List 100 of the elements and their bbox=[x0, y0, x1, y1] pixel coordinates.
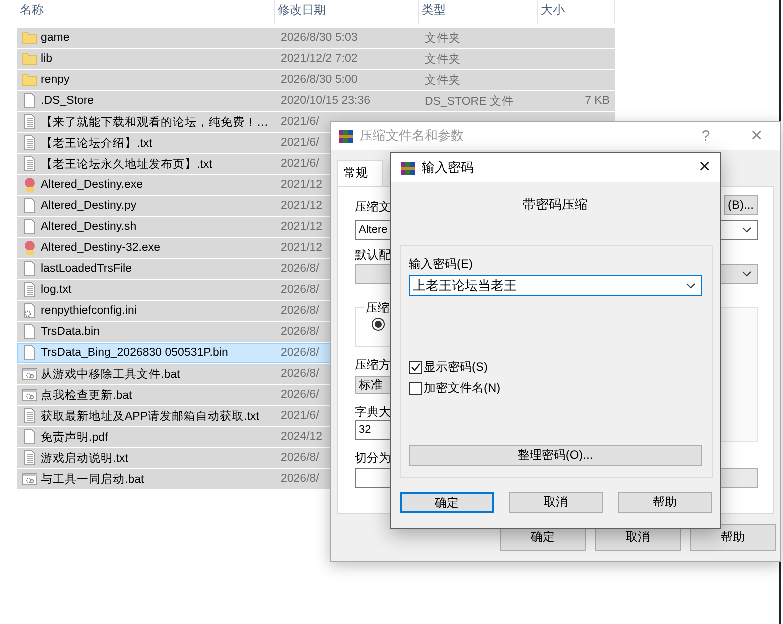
file-name: Altered_Destiny.sh bbox=[41, 221, 137, 233]
field-label: 输入密码(E) bbox=[409, 257, 473, 272]
column-header[interactable]: 类型 bbox=[419, 0, 538, 24]
file-name: 与工具一同启动.bat bbox=[41, 472, 144, 486]
modified-date: 2021/6/ bbox=[280, 158, 320, 170]
text-file-icon bbox=[22, 408, 38, 424]
field-label: 切分为 bbox=[355, 451, 391, 466]
file-name: 游戏启动说明.txt bbox=[41, 452, 128, 466]
file-name: TrsData.bin bbox=[41, 326, 100, 338]
file-name: .DS_Store bbox=[41, 95, 94, 107]
close-button[interactable]: × bbox=[734, 124, 780, 148]
file-type: DS_STORE 文件 bbox=[424, 94, 514, 108]
modified-date: 2026/8/30 5:00 bbox=[280, 74, 358, 86]
dialog-heading: 带密码压缩 bbox=[523, 196, 588, 212]
dialog-button[interactable]: 帮助 bbox=[618, 492, 712, 513]
file-name: Altered_Destiny.py bbox=[41, 200, 137, 212]
close-button[interactable]: × bbox=[690, 156, 720, 179]
file-icon bbox=[22, 93, 38, 109]
field-label: 压缩文 bbox=[355, 200, 391, 214]
password-field[interactable]: 上老王论坛当老王 bbox=[409, 275, 702, 296]
text-file-icon bbox=[22, 282, 38, 298]
app-icon bbox=[22, 240, 38, 256]
modified-date: 2026/8/ bbox=[280, 473, 320, 485]
modified-date: 2021/12 bbox=[280, 200, 323, 212]
file-row[interactable]: renpy 2026/8/30 5:00 文件夹 bbox=[17, 70, 615, 90]
column-header[interactable]: 大小 bbox=[538, 0, 615, 24]
dialog-button[interactable]: 确定 bbox=[400, 492, 494, 513]
file-name: 免责声明.pdf bbox=[41, 430, 108, 444]
radio-button[interactable] bbox=[372, 318, 385, 331]
file-icon bbox=[22, 324, 38, 340]
file-icon bbox=[22, 429, 38, 445]
file-name: renpy bbox=[41, 74, 70, 86]
chevron-down-icon bbox=[686, 282, 696, 288]
batch-file-icon bbox=[22, 471, 38, 487]
checkbox[interactable] bbox=[409, 361, 422, 374]
folder-icon bbox=[22, 72, 38, 88]
help-button[interactable]: ? bbox=[684, 128, 728, 144]
modified-date: 2026/6/ bbox=[280, 389, 320, 401]
file-icon bbox=[22, 345, 38, 361]
organize-passwords-button[interactable]: 整理密码(O)... bbox=[409, 445, 702, 466]
file-name: Altered_Destiny-32.exe bbox=[41, 242, 161, 254]
file-name: 【老王论坛永久地址发布页】.txt bbox=[41, 157, 212, 172]
modified-date: 2021/12 bbox=[280, 179, 323, 191]
file-row[interactable]: lib 2021/12/2 7:02 文件夹 bbox=[17, 49, 615, 69]
column-header[interactable]: 名称 bbox=[17, 0, 275, 24]
modified-date: 2026/8/ bbox=[280, 305, 320, 317]
modified-date: 2026/8/ bbox=[280, 284, 320, 296]
file-row[interactable]: game 2026/8/30 5:03 文件夹 bbox=[17, 28, 615, 48]
modified-date: 2026/8/30 5:03 bbox=[280, 32, 358, 44]
file-icon bbox=[22, 198, 38, 214]
modified-date: 2026/8/ bbox=[280, 263, 320, 275]
modified-date: 2021/6/ bbox=[280, 410, 320, 422]
settings-file-icon bbox=[22, 303, 38, 319]
books-icon bbox=[400, 160, 416, 176]
folder-icon bbox=[22, 30, 38, 46]
checkbox[interactable] bbox=[409, 382, 422, 395]
dialog-button[interactable]: 取消 bbox=[509, 492, 603, 513]
file-name: 从游戏中移除工具文件.bat bbox=[41, 368, 180, 382]
text-file-icon bbox=[22, 450, 38, 466]
dialog-button[interactable]: 帮助 bbox=[690, 524, 776, 551]
field-label: 字典大 bbox=[355, 405, 391, 420]
text-file-icon bbox=[22, 156, 38, 172]
file-name: 点我检查更新.bat bbox=[41, 388, 132, 402]
modified-date: 2021/12 bbox=[280, 242, 323, 254]
chevron-down-icon bbox=[742, 227, 752, 233]
file-size: 7 KB bbox=[584, 95, 611, 107]
file-name: lib bbox=[41, 53, 53, 65]
file-row[interactable]: .DS_Store 2020/10/15 23:36 DS_STORE 文件 7 KB bbox=[17, 91, 615, 111]
batch-file-icon bbox=[22, 387, 38, 403]
file-name: lastLoadedTrsFile bbox=[41, 263, 132, 275]
file-icon bbox=[22, 219, 38, 235]
file-name: renpythiefconfig.ini bbox=[41, 305, 137, 317]
file-icon bbox=[22, 261, 38, 277]
chevron-down-icon bbox=[742, 271, 752, 277]
file-name: 【老王论坛介绍】.txt bbox=[41, 136, 152, 150]
browse-button[interactable]: (B)... bbox=[724, 195, 758, 215]
tab[interactable]: 常规 bbox=[337, 160, 383, 186]
modified-date: 2026/8/ bbox=[280, 347, 320, 359]
books-icon bbox=[338, 128, 354, 144]
window-title: 输入密码 bbox=[422, 158, 475, 176]
app-icon bbox=[22, 177, 38, 193]
file-name: 获取最新地址及APP请发邮箱自动获取.txt bbox=[41, 409, 260, 424]
modified-date: 2021/12 bbox=[280, 221, 323, 233]
column-header[interactable]: 修改日期 bbox=[275, 0, 419, 24]
file-type: 文件夹 bbox=[424, 32, 461, 46]
file-name: Altered_Destiny.exe bbox=[41, 179, 144, 191]
text-file-icon bbox=[22, 135, 38, 151]
modified-date: 2021/6/ bbox=[280, 116, 320, 128]
modified-date: 2026/8/ bbox=[280, 368, 320, 380]
batch-file-icon bbox=[22, 366, 38, 382]
modified-date: 2024/12 bbox=[280, 431, 323, 443]
folder-icon bbox=[22, 51, 38, 67]
modified-date: 2021/12/2 7:02 bbox=[280, 53, 358, 65]
modified-date: 2021/6/ bbox=[280, 137, 320, 149]
file-type: 文件夹 bbox=[424, 74, 461, 88]
file-type: 文件夹 bbox=[424, 52, 461, 66]
file-name: log.txt bbox=[41, 284, 72, 296]
file-name: game bbox=[41, 32, 70, 44]
text-file-icon bbox=[22, 114, 38, 130]
modified-date: 2020/10/15 23:36 bbox=[280, 95, 371, 107]
